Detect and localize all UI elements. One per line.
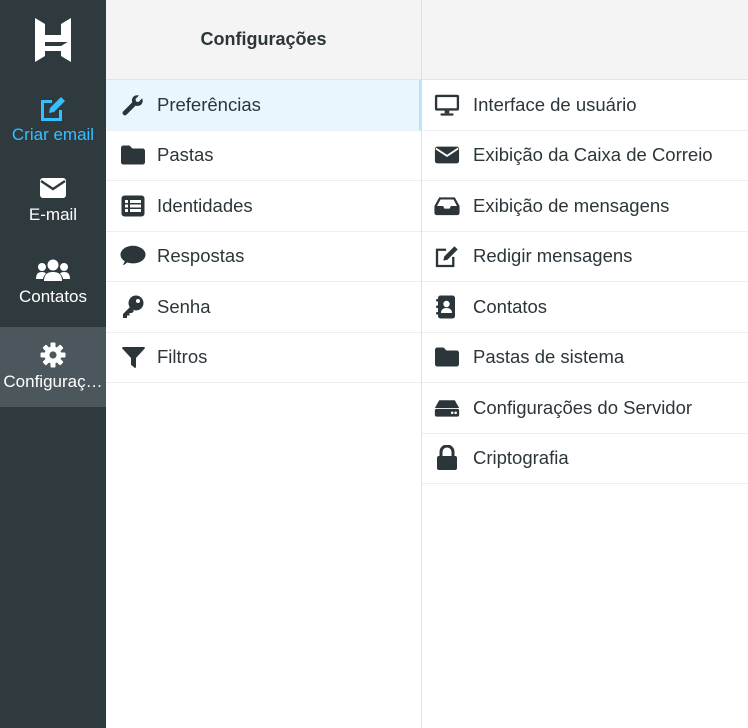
- pref-encryption-label: Criptografia: [473, 447, 569, 469]
- lock-icon: [434, 445, 460, 471]
- compose-icon: [38, 95, 68, 121]
- pref-server-settings[interactable]: Configurações do Servidor: [422, 383, 748, 434]
- preferences-header: [422, 0, 748, 80]
- section-filters-label: Filtros: [157, 346, 208, 368]
- pref-user-interface-label: Interface de usuário: [473, 93, 637, 115]
- address-book-icon: [434, 295, 460, 319]
- pref-system-folders[interactable]: Pastas de sistema: [422, 333, 748, 383]
- section-folders-label: Pastas: [157, 144, 214, 166]
- key-icon: [120, 295, 146, 319]
- logo[interactable]: [0, 0, 106, 80]
- pref-server-settings-label: Configurações do Servidor: [473, 396, 693, 418]
- pref-compose-label: Redigir mensagens: [473, 245, 633, 267]
- inbox-icon: [434, 195, 460, 217]
- preferences-panel: Interface de usuário Exibição da Caixa d…: [422, 0, 748, 728]
- folder-icon: [120, 144, 146, 166]
- section-filters[interactable]: Filtros: [106, 333, 421, 383]
- pref-contacts[interactable]: Contatos: [422, 282, 748, 333]
- section-identities-label: Identidades: [157, 194, 253, 216]
- pref-contacts-label: Contatos: [473, 295, 548, 317]
- pref-message-view[interactable]: Exibição de mensagens: [422, 181, 748, 232]
- pref-mailbox-view[interactable]: Exibição da Caixa de Correio: [422, 131, 748, 181]
- gear-icon: [40, 342, 66, 368]
- server-icon: [434, 397, 460, 419]
- pref-system-folders-label: Pastas de sistema: [473, 346, 625, 368]
- pref-encryption[interactable]: Criptografia: [422, 434, 748, 484]
- rail-contacts-button[interactable]: Contatos: [0, 242, 106, 322]
- section-preferences[interactable]: Preferências: [106, 80, 421, 131]
- pref-mailbox-view-label: Exibição da Caixa de Correio: [473, 144, 713, 166]
- section-folders[interactable]: Pastas: [106, 131, 421, 181]
- rail-mail-label: E-mail: [28, 205, 78, 224]
- pref-user-interface[interactable]: Interface de usuário: [422, 80, 748, 131]
- settings-sections-panel: Configurações Preferências Pastas Identi…: [106, 0, 422, 728]
- rail-settings-button[interactable]: Configuraç…: [0, 327, 106, 407]
- section-identities[interactable]: Identidades: [106, 181, 421, 232]
- section-password-label: Senha: [157, 295, 211, 317]
- envelope-icon: [434, 145, 460, 165]
- list-icon: [120, 195, 146, 217]
- section-preferences-label: Preferências: [157, 93, 261, 115]
- settings-title: Configurações: [106, 0, 421, 80]
- pref-message-view-label: Exibição de mensagens: [473, 194, 670, 216]
- folder-icon: [434, 346, 460, 368]
- hostinger-logo-icon: [35, 18, 71, 62]
- rail-compose-button[interactable]: Criar email: [0, 80, 106, 160]
- pref-compose[interactable]: Redigir mensagens: [422, 232, 748, 282]
- monitor-icon: [434, 93, 460, 117]
- edit-icon: [434, 243, 460, 269]
- rail-contacts-label: Contatos: [18, 287, 88, 306]
- section-responses-label: Respostas: [157, 245, 245, 267]
- comment-icon: [120, 244, 146, 268]
- envelope-icon: [39, 175, 67, 201]
- rail-compose-label: Criar email: [11, 125, 95, 144]
- section-responses[interactable]: Respostas: [106, 232, 421, 282]
- rail-settings-label: Configuraç…: [3, 372, 103, 391]
- app-rail: Criar email E-mail Contatos Configuraç…: [0, 0, 106, 728]
- section-password[interactable]: Senha: [106, 282, 421, 333]
- filter-icon: [120, 345, 146, 369]
- wrench-icon: [120, 93, 146, 117]
- rail-mail-button[interactable]: E-mail: [0, 160, 106, 240]
- users-icon: [36, 257, 70, 283]
